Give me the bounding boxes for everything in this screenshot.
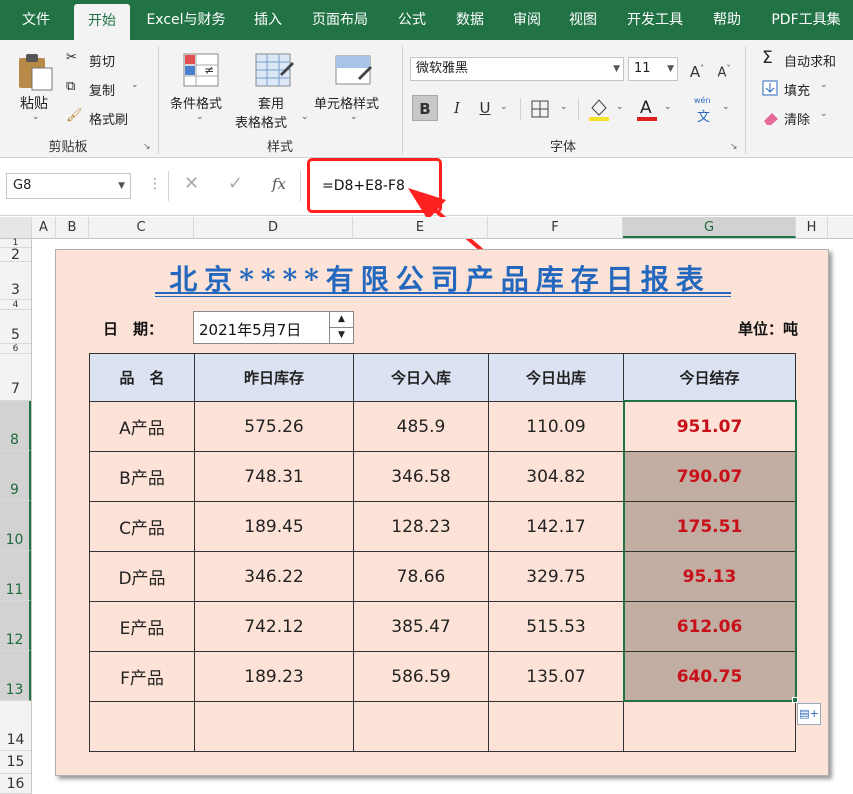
column-header-f[interactable]: F [488,217,623,238]
empty-cell[interactable] [623,701,796,752]
table-row: E产品 742.12 385.47 515.53 612.06 [89,601,796,652]
today-balance-cell[interactable]: 175.51 [623,501,796,552]
today-in-cell[interactable]: 78.66 [353,551,489,602]
inventory-table: 品 名 昨日库存 今日入库 今日出库 今日结存 A产品 575.26 485.9… [89,353,796,752]
today-balance-cell[interactable]: 790.07 [623,451,796,502]
today-out-cell[interactable]: 135.07 [488,651,624,702]
yesterday-stock-cell[interactable]: 742.12 [194,601,354,652]
today-out-cell[interactable]: 304.82 [488,451,624,502]
empty-cell[interactable] [89,701,195,752]
column-header-h[interactable]: H [796,217,828,238]
today-out-cell[interactable]: 329.75 [488,551,624,602]
today-balance-cell[interactable]: 640.75 [623,651,796,702]
header-product[interactable]: 品 名 [89,353,195,402]
today-out-cell[interactable]: 515.53 [488,601,624,652]
today-out-cell[interactable]: 110.09 [488,401,624,452]
row-header-10[interactable]: 10 [0,501,31,551]
table-row: B产品 748.31 346.58 304.82 790.07 [89,451,796,502]
table-header-row: 品 名 昨日库存 今日入库 今日出库 今日结存 [89,353,796,402]
header-today-out[interactable]: 今日出库 [488,353,624,402]
date-field[interactable]: 2021年5月7日 ▲ ▼ [193,311,354,344]
today-out-cell[interactable]: 142.17 [488,501,624,552]
empty-cell[interactable] [194,701,354,752]
row-headers: 1 2 3 4 5 6 7 8 9 10 11 12 13 14 15 16 [0,239,32,794]
yesterday-stock-cell[interactable]: 575.26 [194,401,354,452]
quick-analysis-icon[interactable]: ▤+ [797,703,821,725]
column-header-d[interactable]: D [194,217,353,238]
row-header-12[interactable]: 12 [0,601,31,651]
table-row: A产品 575.26 485.9 110.09 951.07 [89,401,796,452]
empty-cell[interactable] [488,701,624,752]
header-yesterday-stock[interactable]: 昨日库存 [194,353,354,402]
row-header-4[interactable]: 4 [0,300,31,310]
row-header-6[interactable]: 6 [0,344,31,354]
table-row: D产品 346.22 78.66 329.75 95.13 [89,551,796,602]
row-header-13[interactable]: 13 [0,651,31,701]
row-header-7[interactable]: 7 [0,354,31,401]
today-balance-cell[interactable]: 612.06 [623,601,796,652]
today-in-cell[interactable]: 128.23 [353,501,489,552]
product-cell[interactable]: E产品 [89,601,195,652]
today-in-cell[interactable]: 346.58 [353,451,489,502]
row-header-5[interactable]: 5 [0,310,31,344]
product-cell[interactable]: A产品 [89,401,195,452]
today-in-cell[interactable]: 485.9 [353,401,489,452]
yesterday-stock-cell[interactable]: 748.31 [194,451,354,502]
product-cell[interactable]: C产品 [89,501,195,552]
row-header-8[interactable]: 8 [0,401,31,451]
column-headers: A B C D E F G H [0,217,853,239]
yesterday-stock-cell[interactable]: 189.45 [194,501,354,552]
header-today-in[interactable]: 今日入库 [353,353,489,402]
row-header-11[interactable]: 11 [0,551,31,601]
empty-cell[interactable] [353,701,489,752]
row-header-2[interactable]: 2 [0,248,31,262]
row-header-9[interactable]: 9 [0,451,31,501]
yesterday-stock-cell[interactable]: 346.22 [194,551,354,602]
product-cell[interactable]: B产品 [89,451,195,502]
table-row: C产品 189.45 128.23 142.17 175.51 [89,501,796,552]
date-value: 2021年5月7日 [199,321,302,339]
product-cell[interactable]: D产品 [89,551,195,602]
column-header-b[interactable]: B [56,217,89,238]
select-all-corner[interactable] [0,217,32,238]
column-header-g[interactable]: G [623,217,796,238]
today-in-cell[interactable]: 586.59 [353,651,489,702]
product-cell[interactable]: F产品 [89,651,195,702]
unit-label: 单位：吨 [738,320,799,338]
column-header-a[interactable]: A [32,217,56,238]
spin-down-icon[interactable]: ▼ [329,328,353,344]
today-in-cell[interactable]: 385.47 [353,601,489,652]
column-header-c[interactable]: C [89,217,194,238]
spin-up-icon[interactable]: ▲ [329,312,353,328]
today-balance-cell[interactable]: 95.13 [623,551,796,602]
row-header-16[interactable]: 16 [0,774,31,794]
row-header-15[interactable]: 15 [0,751,31,774]
title-underline [155,292,731,294]
yesterday-stock-cell[interactable]: 189.23 [194,651,354,702]
today-balance-cell[interactable]: 951.07 [623,401,796,452]
row-header-3[interactable]: 3 [0,262,31,300]
column-header-e[interactable]: E [353,217,488,238]
date-label: 日 期： [103,320,164,338]
title-underline [155,296,731,297]
table-row-empty [89,701,796,752]
header-today-balance[interactable]: 今日结存 [623,353,796,402]
table-row: F产品 189.23 586.59 135.07 640.75 [89,651,796,702]
row-header-14[interactable]: 14 [0,701,31,751]
